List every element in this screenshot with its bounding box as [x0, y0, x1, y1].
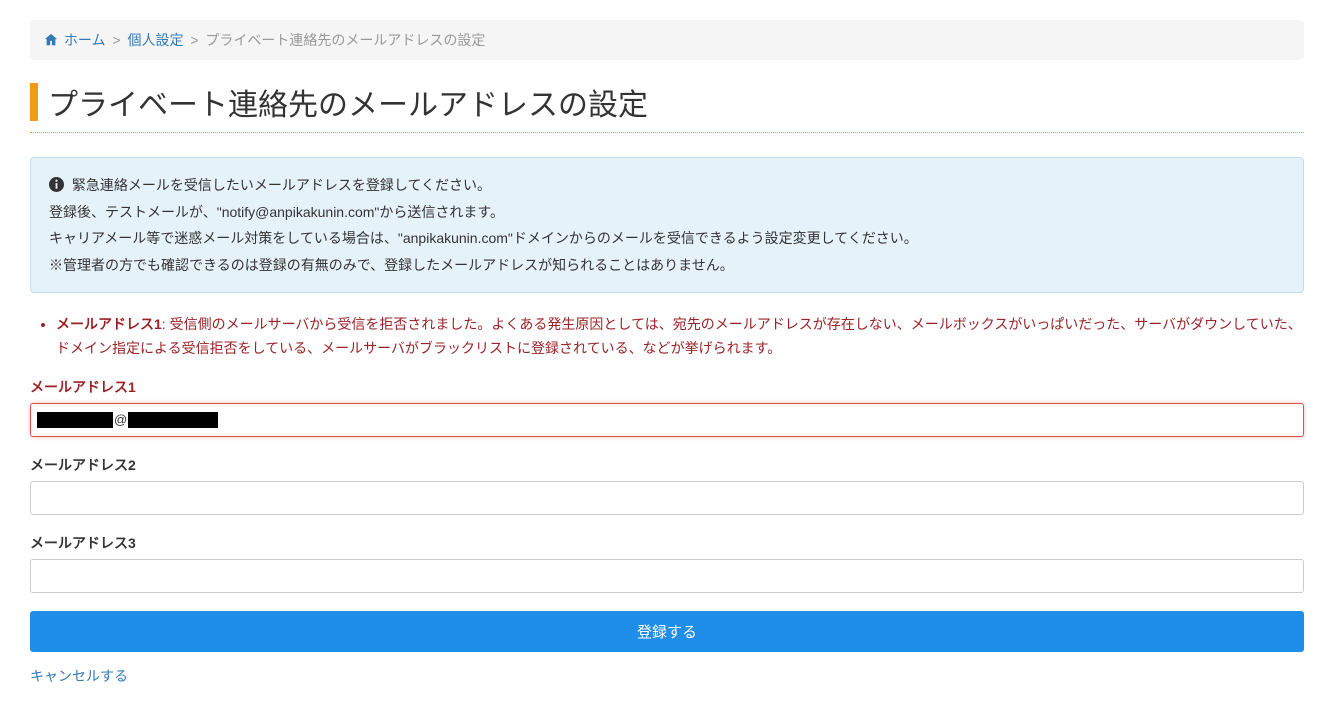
email3-field[interactable] [30, 559, 1304, 593]
email1-field[interactable]: @ [30, 403, 1304, 437]
error-list: メールアドレス1: 受信側のメールサーバから受信を拒否されました。よくある発生原… [30, 313, 1304, 361]
breadcrumb-current: プライベート連絡先のメールアドレスの設定 [205, 32, 485, 48]
title-accent-bar [30, 83, 38, 121]
redacted-domain-part [128, 412, 218, 428]
page-title: プライベート連絡先のメールアドレスの設定 [48, 80, 648, 124]
breadcrumb-separator: > [187, 32, 201, 48]
redacted-local-part [37, 412, 113, 428]
home-icon [44, 32, 62, 48]
error-item: メールアドレス1: 受信側のメールサーバから受信を拒否されました。よくある発生原… [56, 313, 1304, 361]
page-container: ホーム > 個人設定 > プライベート連絡先のメールアドレスの設定 プライベート… [0, 0, 1334, 706]
breadcrumb-personal-settings-link[interactable]: 個人設定 [127, 32, 183, 48]
info-icon [49, 177, 68, 193]
breadcrumb: ホーム > 個人設定 > プライベート連絡先のメールアドレスの設定 [30, 20, 1304, 60]
form-group-email1: メールアドレス1 @ [30, 377, 1304, 437]
info-text-1: 緊急連絡メールを受信したいメールアドレスを登録してください。 [72, 177, 491, 193]
email2-label: メールアドレス2 [30, 455, 1304, 475]
error-message: : 受信側のメールサーバから受信を拒否されました。よくある発生原因としては、宛先… [56, 316, 1302, 356]
submit-button[interactable]: 登録する [30, 611, 1304, 652]
info-line-2: 登録後、テストメールが、"notify@anpikakunin.com"から送信… [49, 199, 1285, 226]
email-at-symbol: @ [113, 412, 128, 427]
page-title-wrap: プライベート連絡先のメールアドレスの設定 [30, 80, 1304, 133]
form-group-email3: メールアドレス3 [30, 533, 1304, 593]
cancel-link[interactable]: キャンセルする [30, 668, 128, 684]
info-box: 緊急連絡メールを受信したいメールアドレスを登録してください。 登録後、テストメー… [30, 157, 1304, 293]
error-field-name: メールアドレス1 [56, 316, 162, 332]
info-line-3: キャリアメール等で迷惑メール対策をしている場合は、"anpikakunin.co… [49, 225, 1285, 252]
email3-label: メールアドレス3 [30, 533, 1304, 553]
form-group-email2: メールアドレス2 [30, 455, 1304, 515]
breadcrumb-separator: > [109, 32, 123, 48]
info-line-1: 緊急連絡メールを受信したいメールアドレスを登録してください。 [49, 172, 1285, 199]
email2-field[interactable] [30, 481, 1304, 515]
breadcrumb-home-link[interactable]: ホーム [64, 32, 106, 48]
info-line-4: ※管理者の方でも確認できるのは登録の有無のみで、登録したメールアドレスが知られる… [49, 252, 1285, 279]
email1-label: メールアドレス1 [30, 377, 1304, 397]
